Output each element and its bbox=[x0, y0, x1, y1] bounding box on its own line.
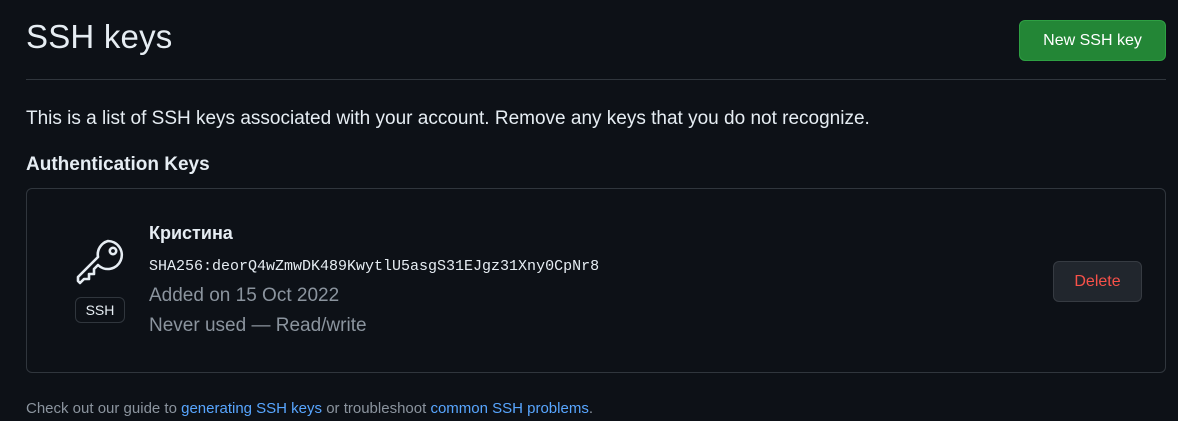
section-title-authentication-keys: Authentication Keys bbox=[26, 154, 210, 175]
footer-prefix: Check out our guide to bbox=[26, 400, 182, 417]
delete-key-button[interactable]: Delete bbox=[1053, 261, 1142, 302]
common-ssh-problems-link[interactable]: common SSH problems bbox=[430, 400, 588, 417]
footer-suffix: . bbox=[588, 400, 593, 417]
key-fingerprint: SHA256:deorQ4wZmwDK489KwytlU5asgS31EJgz3… bbox=[149, 258, 600, 275]
ssh-type-badge: SSH bbox=[75, 297, 125, 323]
key-added-date: Added on 15 Oct 2022 bbox=[149, 285, 340, 306]
generating-ssh-keys-link[interactable]: generating SSH keys bbox=[181, 400, 322, 417]
footer-help-text: Check out our guide to generating SSH ke… bbox=[26, 400, 593, 417]
new-ssh-key-button[interactable]: New SSH key bbox=[1019, 20, 1166, 61]
page-title: SSH keys bbox=[26, 18, 173, 55]
page-header: SSH keys New SSH key bbox=[26, 0, 1166, 80]
footer-middle: or troubleshoot bbox=[322, 400, 431, 417]
ssh-key-item: SSH Кристина SHA256:deorQ4wZmwDK489Kwytl… bbox=[26, 188, 1166, 373]
intro-text: This is a list of SSH keys associated wi… bbox=[26, 108, 870, 129]
key-usage-status: Never used — Read/write bbox=[149, 315, 367, 336]
key-title: Кристина bbox=[149, 223, 233, 243]
key-icon bbox=[75, 236, 127, 288]
